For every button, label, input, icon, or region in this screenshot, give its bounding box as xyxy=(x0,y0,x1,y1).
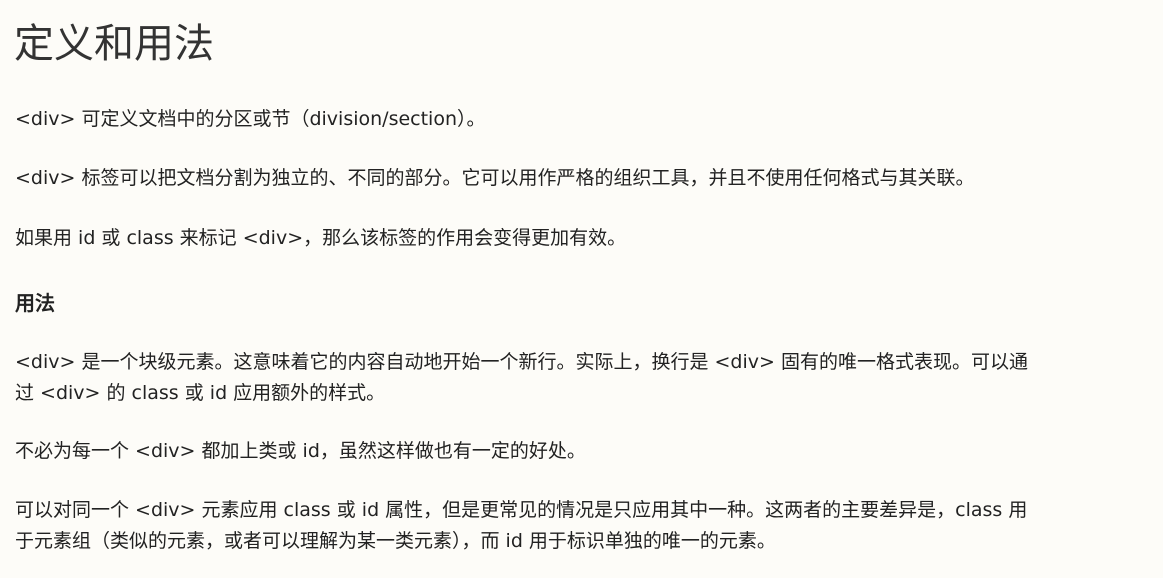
usage-paragraph-1: <div> 是一个块级元素。这意味着它的内容自动地开始一个新行。实际上，换行是 … xyxy=(15,347,1028,409)
intro-paragraph-2: <div> 标签可以把文档分割为独立的、不同的部分。它可以用作严格的组织工具，并… xyxy=(15,167,975,189)
intro-paragraph-1: <div> 可定义文档中的分区或节（division/section）。 xyxy=(15,108,486,130)
usage-paragraph-2: 不必为每一个 <div> 都加上类或 id，虽然这样做也有一定的好处。 xyxy=(15,440,586,462)
usage-paragraph-3-line-1: 可以对同一个 <div> 元素应用 class 或 id 属性，但是更常见的情况… xyxy=(15,499,1028,521)
usage-heading: 用法 xyxy=(15,291,55,315)
document-content: 定义和用法 <div> 可定义文档中的分区或节（division/section… xyxy=(0,0,1163,578)
usage-paragraph-3: 可以对同一个 <div> 元素应用 class 或 id 属性，但是更常见的情况… xyxy=(15,495,1027,557)
page-title: 定义和用法 xyxy=(14,21,214,67)
intro-paragraph-3: 如果用 id 或 class 来标记 <div>，那么该标签的作用会变得更加有效… xyxy=(15,227,627,249)
usage-paragraph-1-line-1: <div> 是一个块级元素。这意味着它的内容自动地开始一个新行。实际上，换行是 … xyxy=(15,351,1028,373)
usage-paragraph-1-line-2: 过 <div> 的 class 或 id 应用额外的样式。 xyxy=(15,382,386,404)
usage-paragraph-3-line-2: 于元素组（类似的元素，或者可以理解为某一类元素），而 id 用于标识单独的唯一的… xyxy=(15,530,776,552)
